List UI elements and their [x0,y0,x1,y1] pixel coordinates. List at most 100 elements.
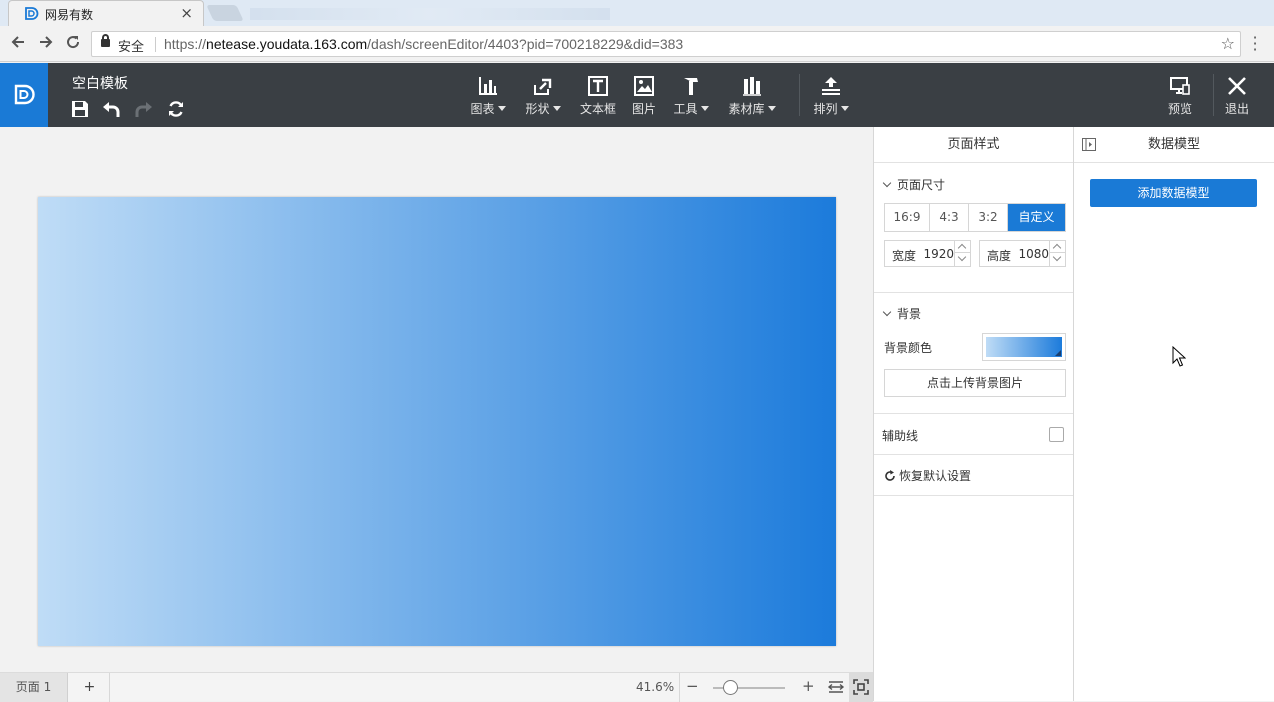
save-icon[interactable] [70,99,90,119]
add-data-model-button[interactable]: 添加数据模型 [1090,179,1257,207]
width-decrement-icon[interactable] [955,253,970,265]
tool-tools-label: 工具 [673,102,698,116]
image-icon [634,76,654,96]
chevron-down-icon [552,106,561,111]
tool-image[interactable]: 图片 [628,75,660,121]
url-text[interactable]: https://netease.youdata.163.com/dash/scr… [164,36,683,52]
zoom-in-button[interactable]: + [802,677,815,695]
tool-textbox-label: 文本框 [579,102,616,116]
reset-defaults-label: 恢复默认设置 [899,469,972,483]
refresh-icon[interactable] [166,99,186,119]
fit-screen-button[interactable] [849,673,873,702]
tool-shape[interactable]: 形状 [523,75,563,121]
tool-arrange[interactable]: 排列 [810,75,852,121]
width-stepper: 宽度 [884,240,971,267]
exit-button[interactable]: 退出 [1222,75,1252,121]
preview-icon [1170,77,1190,95]
zoom-slider-handle[interactable] [723,680,738,695]
height-input[interactable] [1017,245,1049,262]
preview-label: 预览 [1167,102,1192,116]
background-color-picker[interactable] [982,333,1066,361]
chevron-down-icon [700,106,709,111]
tool-chart-label: 图表 [470,102,495,116]
youdata-favicon-icon [25,7,39,20]
browser-tab[interactable]: 网易有数 × [8,0,204,26]
url-scheme: https:// [164,36,207,52]
ratio-custom[interactable]: 自定义 [1008,204,1065,231]
chevron-down-icon [497,106,506,111]
aspect-ratio-group: 16:9 4:3 3:2 自定义 [884,203,1066,232]
width-label: 宽度 [892,249,917,263]
reset-defaults-button[interactable]: 恢复默认设置 [884,467,971,484]
height-spinner [1049,241,1065,266]
background-color-swatch [986,337,1062,357]
shape-icon [534,78,552,95]
browser-tab-strip: 网易有数 × [0,0,1274,26]
back-arrow-icon[interactable] [8,34,28,54]
section-divider [874,454,1073,455]
collapse-panel-icon[interactable] [1082,138,1096,151]
chevron-down-icon [882,178,892,188]
textbox-icon [588,76,608,96]
tool-chart[interactable]: 图表 [468,75,508,121]
mouse-cursor-icon [1172,346,1186,367]
redo-icon[interactable] [134,99,154,119]
arrange-icon [822,77,840,95]
width-increment-icon[interactable] [955,241,970,253]
close-icon [1228,77,1246,95]
chevron-down-icon [840,106,849,111]
page-tab[interactable]: 页面 1 [0,673,68,702]
ratio-4-3[interactable]: 4:3 [930,204,969,231]
zoom-divider [679,673,680,702]
url-host: netease.youdata.163.com [206,36,368,52]
upload-background-button[interactable]: 点击上传背景图片 [884,369,1066,397]
section-divider [874,292,1073,293]
guides-checkbox[interactable] [1049,427,1064,442]
document-title[interactable]: 空白模板 [72,73,128,93]
secure-label: 安全 [118,40,145,55]
preview-button[interactable]: 预览 [1165,75,1195,121]
chevron-down-icon [767,106,776,111]
fit-width-icon[interactable] [826,677,846,697]
section-divider [874,495,1073,496]
tool-textbox[interactable]: 文本框 [578,75,618,121]
tool-shape-label: 形状 [525,102,550,116]
artboard[interactable] [38,197,836,646]
width-input[interactable] [922,245,954,262]
reload-icon[interactable] [63,34,83,54]
data-model-title[interactable]: 数据模型 [1074,127,1274,163]
height-increment-icon[interactable] [1050,241,1065,253]
ratio-16-9[interactable]: 16:9 [885,204,930,231]
background-color-label: 背景颜色 [884,341,933,355]
browser-menu-icon[interactable]: · · · [1250,30,1260,58]
tool-library[interactable]: 素材库 [725,75,779,121]
exit-label: 退出 [1224,102,1249,116]
undo-icon[interactable] [101,99,121,119]
zoom-out-button[interactable]: − [686,677,699,695]
youdata-logo[interactable] [0,63,48,127]
page-size-section-toggle[interactable]: 页面尺寸 [882,176,945,193]
hammer-icon [684,78,698,95]
new-tab-button[interactable] [206,5,244,21]
tool-tools[interactable]: 工具 [670,75,712,121]
add-page-button[interactable]: + [70,673,110,702]
data-model-panel: 数据模型 添加数据模型 [1074,127,1274,701]
height-decrement-icon[interactable] [1050,253,1065,265]
section-divider [874,413,1073,414]
guides-label: 辅助线 [882,429,919,443]
address-bar-row: 安全 https://netease.youdata.163.com/dash/… [0,26,1274,62]
bar-chart-icon [479,77,497,95]
tab-close-icon[interactable]: × [180,4,193,22]
background-section-toggle[interactable]: 背景 [882,305,921,322]
forward-arrow-icon[interactable] [36,34,56,54]
bookmark-star-icon[interactable]: ☆ [1221,34,1235,53]
chevron-down-icon [882,307,892,317]
toolbar-divider [799,74,800,116]
editor-toolbar: 空白模板 图表 形状 文本框 图片 工具 素材库 排列 预览 退出 [0,63,1274,127]
tool-image-label: 图片 [631,102,656,116]
canvas-workspace[interactable] [0,127,873,672]
ratio-3-2[interactable]: 3:2 [969,204,1008,231]
page-style-title[interactable]: 页面样式 [874,127,1073,163]
page-bar: 页面 1 + 41.6% − + [0,672,873,702]
url-bar[interactable]: 安全 https://netease.youdata.163.com/dash/… [91,31,1241,57]
